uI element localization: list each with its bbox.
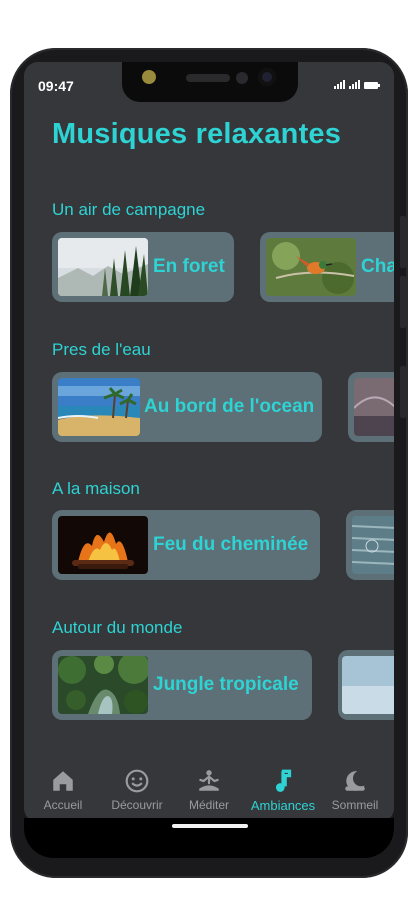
home-icon	[53, 771, 73, 791]
card-jungle-tropicale[interactable]: Jungle tropicale	[52, 650, 312, 720]
card-partial-water[interactable]	[348, 372, 394, 442]
nav-label: Ambiances	[250, 798, 316, 813]
section-title-maison: A la maison	[52, 479, 140, 498]
beach-thumbnail	[58, 378, 140, 436]
forest-thumbnail	[58, 238, 148, 296]
bird-thumbnail	[266, 238, 356, 296]
card-label: Jungle tropicale	[153, 674, 299, 695]
card-feu-du-cheminee[interactable]: Feu du cheminée	[52, 510, 320, 580]
meditation-icon	[199, 770, 219, 791]
card-en-foret[interactable]: En foret	[52, 232, 234, 302]
card-chants-oiseaux[interactable]: Cha	[260, 232, 394, 302]
signal-icon	[334, 80, 345, 89]
card-partial-snow[interactable]	[338, 650, 394, 720]
nav-label: Accueil	[43, 798, 83, 812]
page-title: Musiques relaxantes	[52, 118, 342, 150]
section-title-campagne: Un air de campagne	[52, 200, 206, 219]
card-label: En foret	[153, 256, 225, 277]
volume-up-button	[400, 216, 406, 268]
smiley-icon	[125, 769, 149, 793]
nav-item-sommeil[interactable]: Sommeil	[318, 768, 392, 818]
home-indicator[interactable]	[172, 824, 248, 828]
nav-item-ambiances[interactable]: Ambiances	[246, 768, 320, 818]
nav-label: Sommeil	[331, 798, 379, 812]
section-title-eau: Pres de l'eau	[52, 340, 151, 359]
section-title-monde: Autour du monde	[52, 618, 183, 637]
nav-item-accueil[interactable]: Accueil	[26, 768, 100, 818]
snow-thumbnail	[342, 656, 394, 714]
card-partial-rain[interactable]	[346, 510, 394, 580]
status-time: 09:47	[38, 78, 74, 94]
card-label: Au bord de l'ocean	[144, 396, 315, 417]
camera-notch	[122, 62, 298, 102]
moon-sleep-icon	[345, 771, 365, 791]
signal-2-icon	[349, 80, 360, 89]
rain-thumbnail	[352, 516, 394, 574]
card-au-bord-de-l-ocean[interactable]: Au bord de l'ocean	[52, 372, 322, 442]
nav-item-mediter[interactable]: Méditer	[172, 768, 246, 818]
jungle-thumbnail	[58, 656, 148, 714]
app-screen: 09:47 Musiques relaxantes Un air de camp…	[24, 62, 394, 822]
fireplace-thumbnail	[58, 516, 148, 574]
music-note-icon	[275, 769, 292, 792]
front-camera-icon	[258, 68, 276, 86]
nav-item-decouvrir[interactable]: Découvrir	[100, 768, 174, 818]
card-label: Cha	[361, 256, 394, 277]
nav-label: Découvrir	[111, 798, 163, 812]
speaker-grille	[186, 74, 230, 82]
nav-label: Méditer	[188, 798, 229, 812]
status-icons	[334, 80, 380, 89]
water-thumbnail	[354, 378, 394, 436]
bottom-nav: Accueil Découvrir Méditer Ambiances Somm…	[24, 762, 394, 822]
card-label: Feu du cheminée	[153, 534, 309, 555]
volume-down-button	[400, 276, 406, 328]
proximity-sensor-icon	[236, 72, 248, 84]
sensor-icon	[142, 70, 156, 84]
power-button	[400, 366, 406, 418]
battery-icon	[364, 82, 380, 89]
